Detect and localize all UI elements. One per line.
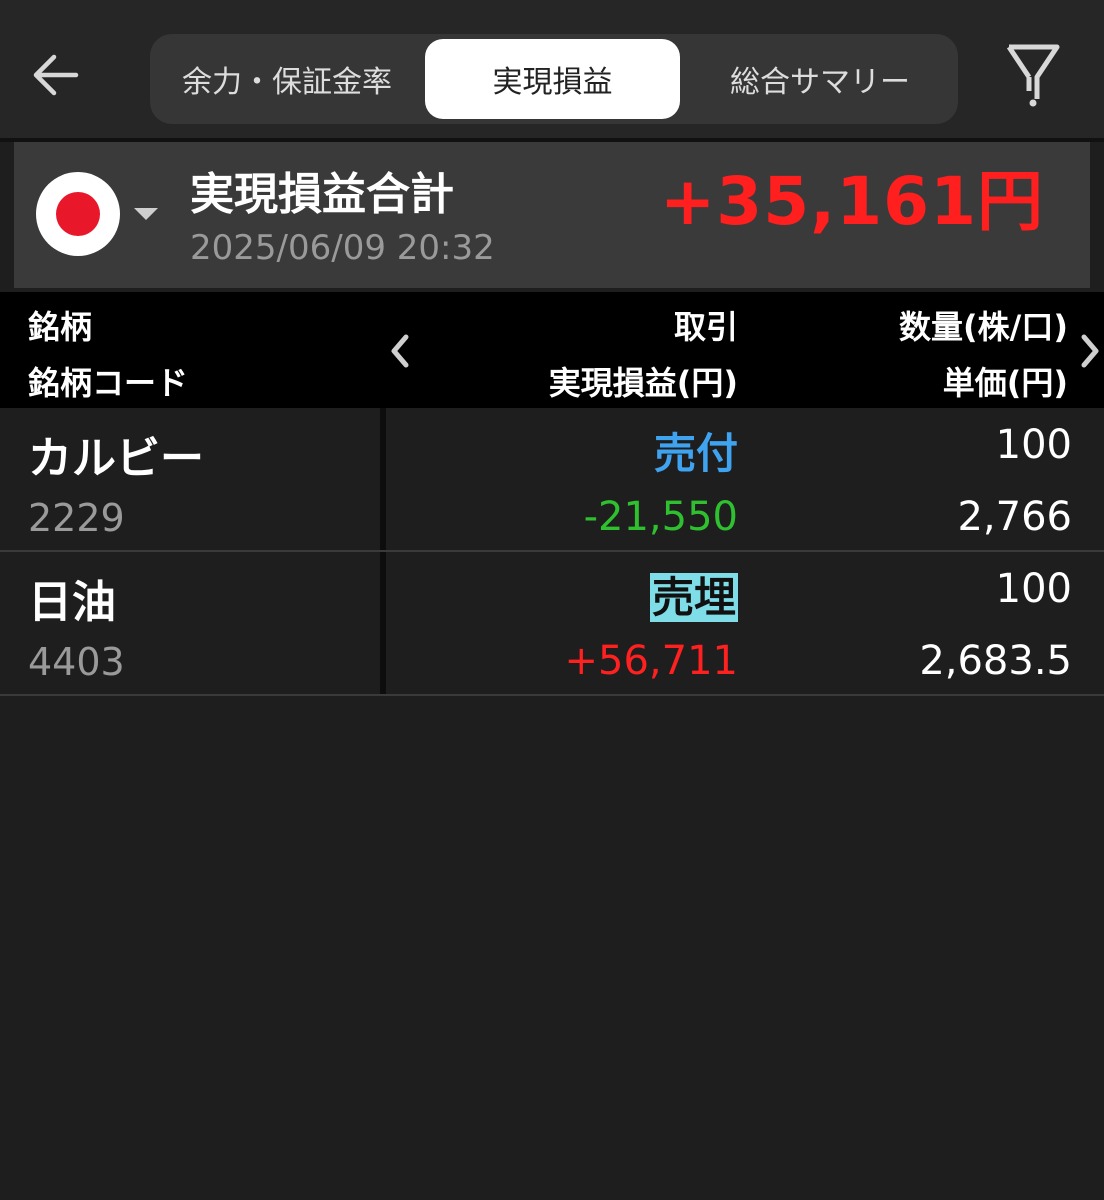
col-quantity: 数量(株/口) <box>899 308 1068 346</box>
stock-name: カルビー <box>28 433 204 484</box>
summary-title: 実現損益合計 <box>190 169 454 220</box>
col-trade: 取引 <box>673 308 738 346</box>
prev-columns-button[interactable] <box>384 328 416 374</box>
realized-pl: +56,711 <box>564 638 738 684</box>
stock-code: 4403 <box>28 640 125 684</box>
tab-margin-rate[interactable]: 余力・保証金率 <box>156 39 418 119</box>
column-divider <box>380 408 386 550</box>
filter-button[interactable] <box>1000 40 1066 112</box>
realized-pl-summary: 実現損益合計 2025/06/09 20:32 +35,161円 <box>14 142 1090 288</box>
quantity: 100 <box>995 422 1072 468</box>
col-name: 銘柄 <box>28 308 93 346</box>
realized-pl: -21,550 <box>583 494 738 540</box>
back-button[interactable] <box>22 40 88 110</box>
chevron-right-icon <box>1081 334 1099 368</box>
unit-price: 2,766 <box>957 494 1072 540</box>
table-row[interactable]: 日油 4403 売埋 +56,711 100 2,683.5 <box>0 552 1104 696</box>
col-unit-price: 単価(円) <box>942 364 1068 402</box>
filter-icon <box>1006 44 1060 107</box>
quantity: 100 <box>995 566 1072 612</box>
unit-price: 2,683.5 <box>919 638 1072 684</box>
col-code: 銘柄コード <box>28 364 189 402</box>
column-divider <box>380 552 386 694</box>
trade-type: 売付 <box>653 429 738 478</box>
stock-name: 日油 <box>28 577 116 628</box>
segmented-tabs: 余力・保証金率 実現損益 総合サマリー <box>150 34 958 124</box>
tab-realized-pl[interactable]: 実現損益 <box>425 39 680 119</box>
chevron-left-icon <box>391 334 409 368</box>
japan-flag-icon <box>36 172 120 256</box>
table-header: 銘柄 銘柄コード 取引 実現損益(円) 数量(株/口) 単価(円) <box>0 292 1104 408</box>
trade-type: 売埋 <box>649 564 738 625</box>
caret-down-icon <box>134 208 158 220</box>
summary-timestamp: 2025/06/09 20:32 <box>190 228 495 268</box>
tab-overall-summary[interactable]: 総合サマリー <box>688 39 952 119</box>
arrow-left-icon <box>33 54 79 96</box>
summary-total: +35,161円 <box>660 163 1044 240</box>
stock-code: 2229 <box>28 496 125 540</box>
col-realized-pl: 実現損益(円) <box>548 364 738 402</box>
top-bar: 余力・保証金率 実現損益 総合サマリー <box>0 0 1104 138</box>
next-columns-button[interactable] <box>1074 328 1104 374</box>
trade-type-highlight: 売埋 <box>649 573 738 622</box>
market-selector[interactable] <box>36 170 176 260</box>
table-row[interactable]: カルビー 2229 売付 -21,550 100 2,766 <box>0 408 1104 552</box>
